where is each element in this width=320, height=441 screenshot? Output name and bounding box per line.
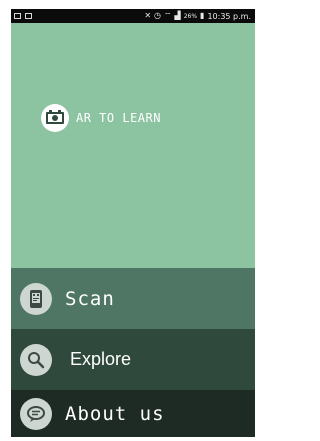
screenshot-notification-icon: [25, 13, 32, 19]
status-bar: ✕ ◷ ⌔ ▟ 26% ▮ 10:35 p.m.: [11, 9, 255, 23]
menu-item-explore[interactable]: Explore: [11, 329, 255, 390]
hero-banner: AR TO LEARN: [11, 23, 255, 268]
phone-scan-icon: [20, 282, 52, 315]
system-icons: ✕ ◷ ⌔ ▟ 26% ▮ 10:35 p.m.: [144, 12, 255, 21]
app-screen: ✕ ◷ ⌔ ▟ 26% ▮ 10:35 p.m. AR TO LEARN Sca…: [11, 9, 255, 437]
menu-label-scan: Scan: [65, 287, 115, 310]
alarm-icon: ◷: [154, 11, 161, 20]
notification-icons: [11, 13, 32, 19]
chat-bubble-icon: [20, 397, 52, 430]
brand: AR TO LEARN: [41, 104, 161, 132]
battery-icon: ▮: [200, 11, 205, 20]
signal-icon: ▟: [174, 11, 181, 20]
gallery-notification-icon: [14, 13, 21, 19]
menu-item-scan[interactable]: Scan: [11, 268, 255, 329]
mute-icon: ✕: [144, 11, 152, 20]
battery-percent: 26%: [183, 12, 198, 20]
menu-item-about-us[interactable]: About us: [11, 390, 255, 437]
menu-label-about-us: About us: [65, 402, 165, 425]
menu-label-explore: Explore: [70, 349, 132, 369]
status-time: 10:35 p.m.: [207, 11, 251, 21]
app-title: AR TO LEARN: [76, 111, 161, 125]
wifi-icon: ⌔: [164, 11, 172, 20]
film-reel-icon: [41, 104, 69, 132]
search-icon: [20, 343, 52, 376]
